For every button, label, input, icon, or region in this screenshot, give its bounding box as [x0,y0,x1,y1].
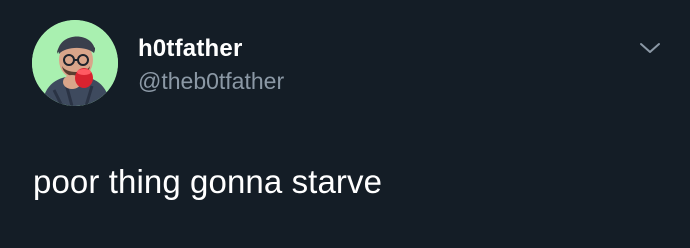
user-handle[interactable]: @theb0tfather [138,66,284,96]
tweet-card: h0tfather @theb0tfather poor thing gonna… [0,0,690,248]
tweet-timestamp-cropped [35,242,155,248]
chevron-down-icon[interactable] [638,40,662,56]
avatar-photo-icon [32,20,118,106]
avatar[interactable] [32,20,118,106]
display-name[interactable]: h0tfather [138,34,284,64]
author-names: h0tfather @theb0tfather [138,34,284,96]
tweet-text: poor thing gonna starve [33,163,383,200]
